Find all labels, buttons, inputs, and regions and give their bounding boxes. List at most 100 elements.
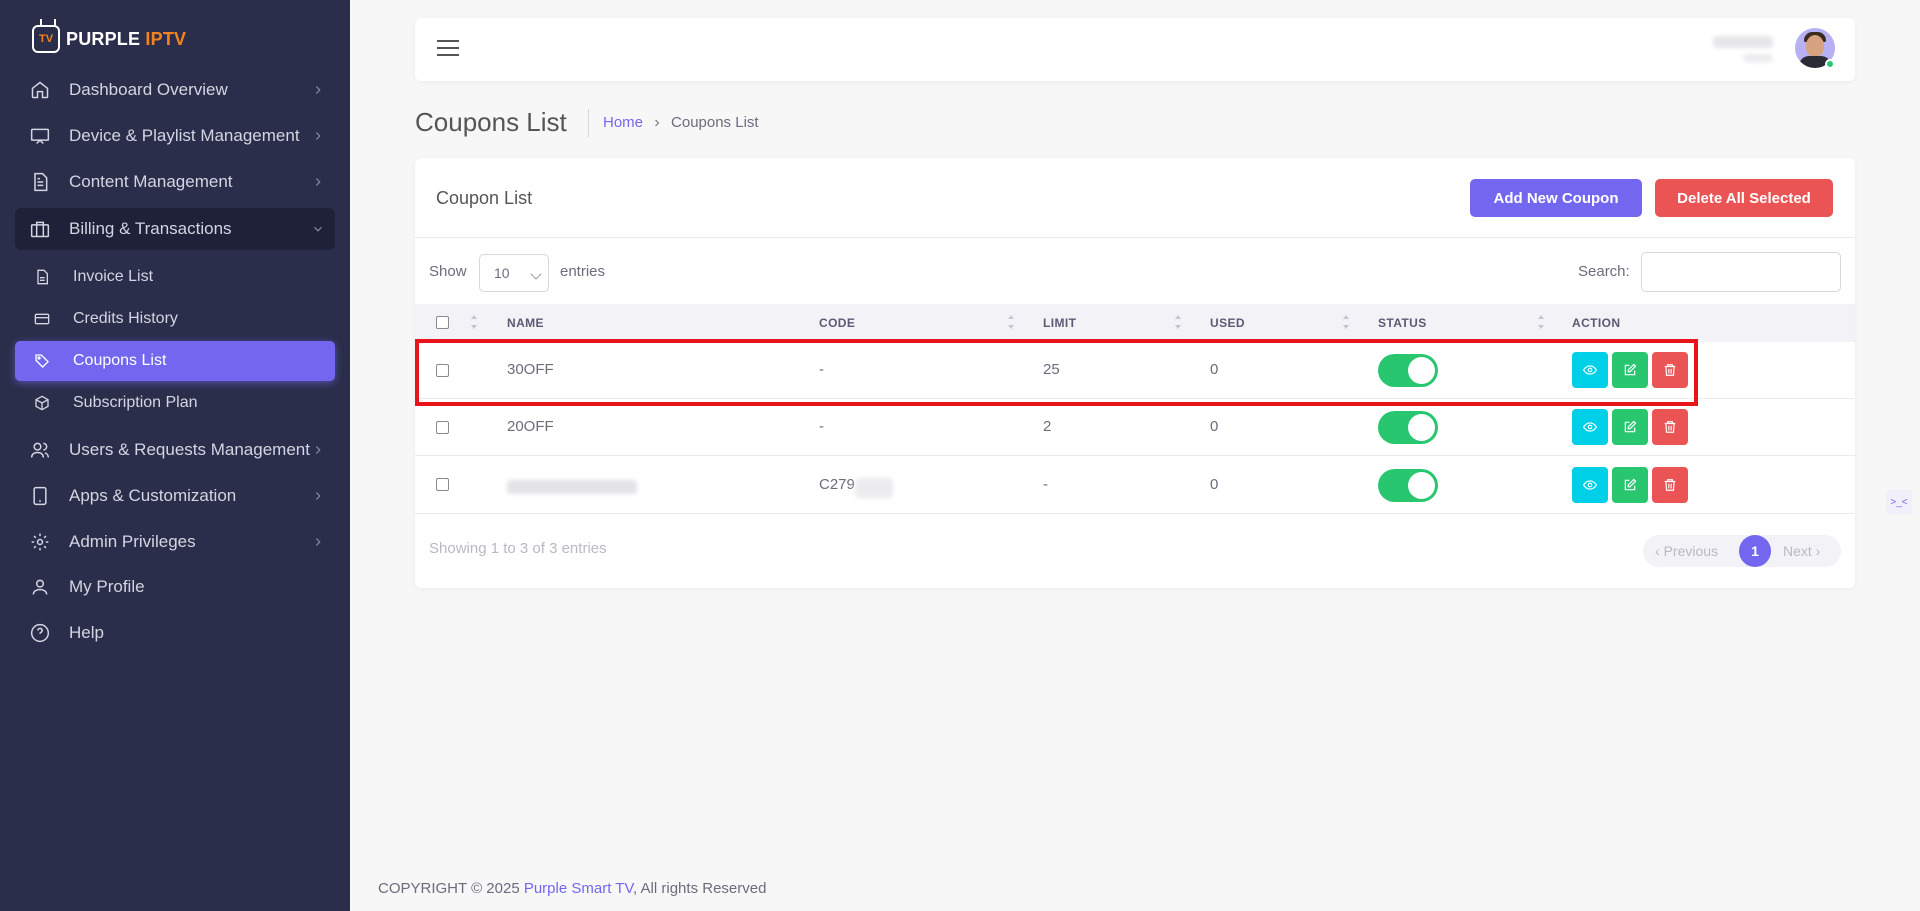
copyright-brand-link[interactable]: Purple Smart TV (524, 880, 633, 897)
sort-icon[interactable] (1007, 314, 1015, 332)
brand-name-part2: IPTV (145, 28, 187, 49)
chevron-right-icon (315, 178, 321, 186)
row-checkbox[interactable] (436, 421, 449, 434)
edit-button[interactable] (1612, 467, 1648, 503)
status-toggle[interactable] (1378, 469, 1438, 502)
search-label: Search: (1578, 263, 1630, 280)
edit-icon (1624, 420, 1637, 433)
chevron-right-icon (315, 492, 321, 500)
sidebar-subitem-invoice-list[interactable]: Invoice List (15, 257, 335, 297)
eye-icon (1583, 422, 1597, 432)
sidebar-item-billing[interactable]: Billing & Transactions (15, 208, 335, 250)
table-info: Showing 1 to 3 of 3 entries (429, 540, 607, 557)
sidebar-item-label: Dashboard Overview (69, 80, 228, 99)
cell-limit: 2 (1043, 418, 1052, 435)
sidebar-item-admin-privileges[interactable]: Admin Privileges (15, 522, 335, 562)
coupon-list-card: Coupon List Add New Coupon Delete All Se… (415, 158, 1855, 588)
delete-button[interactable] (1652, 409, 1688, 445)
breadcrumb-current: Coupons List (671, 114, 759, 131)
pagination-page[interactable]: 1 (1739, 535, 1771, 567)
sidebar-item-users-requests[interactable]: Users & Requests Management (15, 430, 335, 470)
sort-icon[interactable] (1342, 314, 1350, 332)
row-checkbox[interactable] (436, 478, 449, 491)
column-header-used[interactable]: USED (1210, 316, 1245, 330)
entries-label: entries (560, 263, 606, 280)
sidebar-subitem-coupons-list[interactable]: Coupons List (15, 341, 335, 381)
online-status-dot (1825, 59, 1835, 69)
delete-button[interactable] (1652, 467, 1688, 503)
pagination-next-label: Next (1783, 543, 1812, 559)
sidebar-item-label: Admin Privileges (69, 532, 196, 551)
sidebar: TV PURPLE IPTV Dashboard Overview Device… (0, 0, 350, 911)
edit-button[interactable] (1612, 409, 1648, 445)
add-new-coupon-button[interactable]: Add New Coupon (1470, 179, 1642, 217)
sidebar-item-device-playlist[interactable]: Device & Playlist Management (15, 116, 335, 156)
sidebar-subitem-subscription-plan[interactable]: Subscription Plan (15, 383, 335, 423)
sidebar-subitem-label: Invoice List (73, 268, 154, 285)
cell-used: 0 (1210, 476, 1219, 493)
tablet-icon (29, 485, 51, 507)
show-label: Show (429, 263, 467, 280)
sort-icon[interactable] (1174, 314, 1182, 332)
copyright-prefix: COPYRIGHT © 2025 (378, 880, 524, 897)
briefcase-icon (29, 218, 51, 240)
select-all-checkbox[interactable] (436, 316, 449, 329)
brand-logo[interactable]: TV PURPLE IPTV (32, 22, 186, 56)
copyright-suffix: , All rights Reserved (633, 880, 767, 897)
chevron-right-icon (315, 132, 321, 140)
copyright-footer: COPYRIGHT © 2025 Purple Smart TV, All ri… (378, 880, 766, 897)
sidebar-item-help[interactable]: Help (15, 613, 335, 653)
page-title: Coupons List (415, 107, 567, 137)
trash-icon (1664, 479, 1676, 491)
column-header-name[interactable]: NAME (507, 316, 544, 330)
gear-icon (29, 531, 51, 553)
cell-name: 20OFF (507, 418, 554, 435)
monitor-icon (29, 125, 51, 147)
sort-icon[interactable] (1537, 314, 1545, 332)
search-input[interactable] (1641, 252, 1841, 292)
pagination: ‹ Previous 1 Next › (1643, 535, 1841, 567)
sidebar-subitem-label: Credits History (73, 310, 178, 327)
file-icon (33, 268, 51, 286)
trash-icon (1664, 421, 1676, 433)
breadcrumb-home-link[interactable]: Home (603, 114, 643, 131)
chevron-right-icon (315, 446, 321, 454)
brand-name-part1: PURPLE (66, 28, 141, 49)
sidebar-item-label: Users & Requests Management (69, 440, 310, 459)
cell-code: - (819, 418, 824, 435)
sidebar-item-label: Content Management (69, 172, 233, 191)
row-highlight-box (415, 339, 1698, 406)
cell-used: 0 (1210, 418, 1219, 435)
sidebar-subitem-credits-history[interactable]: Credits History (15, 299, 335, 339)
user-role-redacted (1743, 54, 1773, 62)
cell-code: C279 (819, 476, 855, 493)
entries-per-page-select[interactable]: 10 (479, 254, 549, 292)
view-button[interactable] (1572, 409, 1608, 445)
column-header-status[interactable]: STATUS (1378, 316, 1427, 330)
cell-name-redacted (507, 480, 637, 494)
brand-name: PURPLE IPTV (66, 29, 186, 50)
sidebar-item-label: Help (69, 623, 104, 642)
eye-icon (1583, 480, 1597, 490)
user-name-redacted (1713, 36, 1773, 48)
menu-toggle-icon[interactable] (437, 40, 459, 58)
customizer-toggle-icon[interactable]: >_< (1886, 490, 1912, 514)
column-header-limit[interactable]: LIMIT (1043, 316, 1076, 330)
sidebar-item-apps-customization[interactable]: Apps & Customization (15, 476, 335, 516)
sort-icon[interactable] (470, 314, 478, 332)
card-title: Coupon List (436, 188, 533, 208)
view-button[interactable] (1572, 467, 1608, 503)
status-toggle[interactable] (1378, 411, 1438, 444)
title-divider (588, 109, 589, 137)
sidebar-item-my-profile[interactable]: My Profile (15, 567, 335, 607)
chevron-down-icon (314, 226, 322, 232)
pagination-previous[interactable]: ‹ Previous (1655, 543, 1718, 559)
column-header-code[interactable]: CODE (819, 316, 855, 330)
sidebar-item-label: Device & Playlist Management (69, 126, 300, 145)
sidebar-item-dashboard[interactable]: Dashboard Overview (15, 70, 335, 110)
pagination-next[interactable]: Next › (1783, 543, 1820, 559)
tv-logo-icon: TV (32, 25, 60, 53)
delete-all-selected-button[interactable]: Delete All Selected (1655, 179, 1833, 217)
users-icon (29, 439, 51, 461)
sidebar-item-content[interactable]: Content Management (15, 162, 335, 202)
